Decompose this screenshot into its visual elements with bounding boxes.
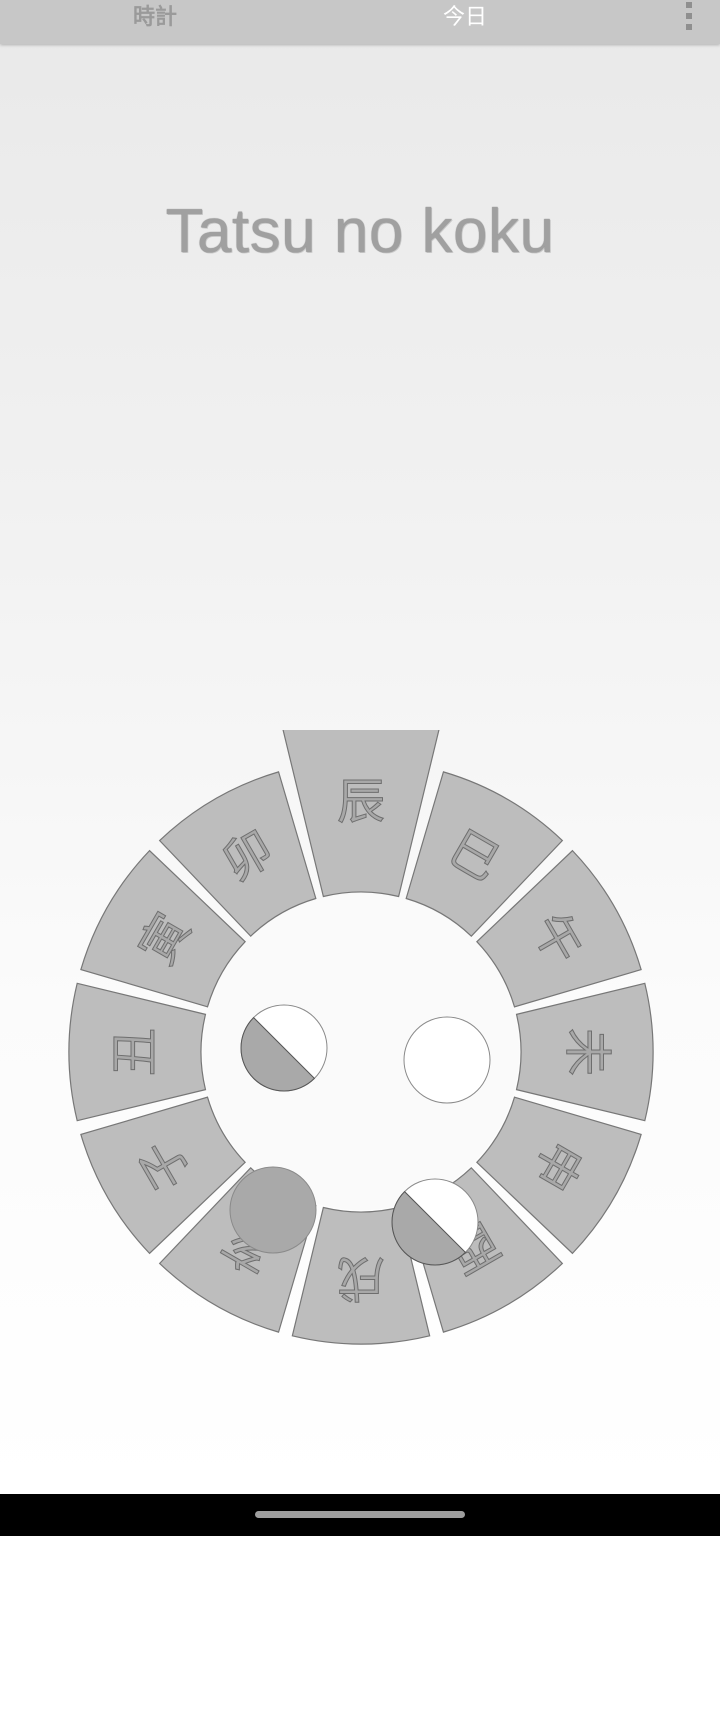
wheel-segment-label: 戌 [337, 1250, 385, 1306]
moon-new-icon [229, 1166, 317, 1254]
wheel-segment-7[interactable]: 未 [515, 982, 654, 1122]
zodiac-hour-wheel[interactable]: 子丑寅卯辰巳午未申酉戌亥 [0, 730, 720, 1470]
wheel-segment-1[interactable]: 丑 [68, 982, 207, 1122]
overflow-menu-icon[interactable] [682, 0, 696, 40]
moon-waxing-half-icon [240, 1004, 328, 1092]
wheel-segment-label: 辰 [337, 774, 385, 830]
toolbar: 時計 今日 [0, 0, 720, 44]
moon-waning-half-icon [391, 1178, 479, 1266]
app-screen: 時計 今日 Tatsu no koku 子丑寅卯辰巳午未申酉戌亥 [0, 0, 720, 1494]
tab-clock[interactable]: 時計 [75, 0, 235, 44]
tab-today[interactable]: 今日 [385, 0, 545, 44]
wheel-segment-label: 丑 [107, 1028, 163, 1076]
home-indicator[interactable] [255, 1511, 465, 1518]
wheel-segment-label: 未 [559, 1028, 615, 1076]
page-title: Tatsu no koku [165, 197, 555, 266]
moon-full-icon [403, 1016, 491, 1104]
system-navigation-bar [0, 1494, 720, 1536]
